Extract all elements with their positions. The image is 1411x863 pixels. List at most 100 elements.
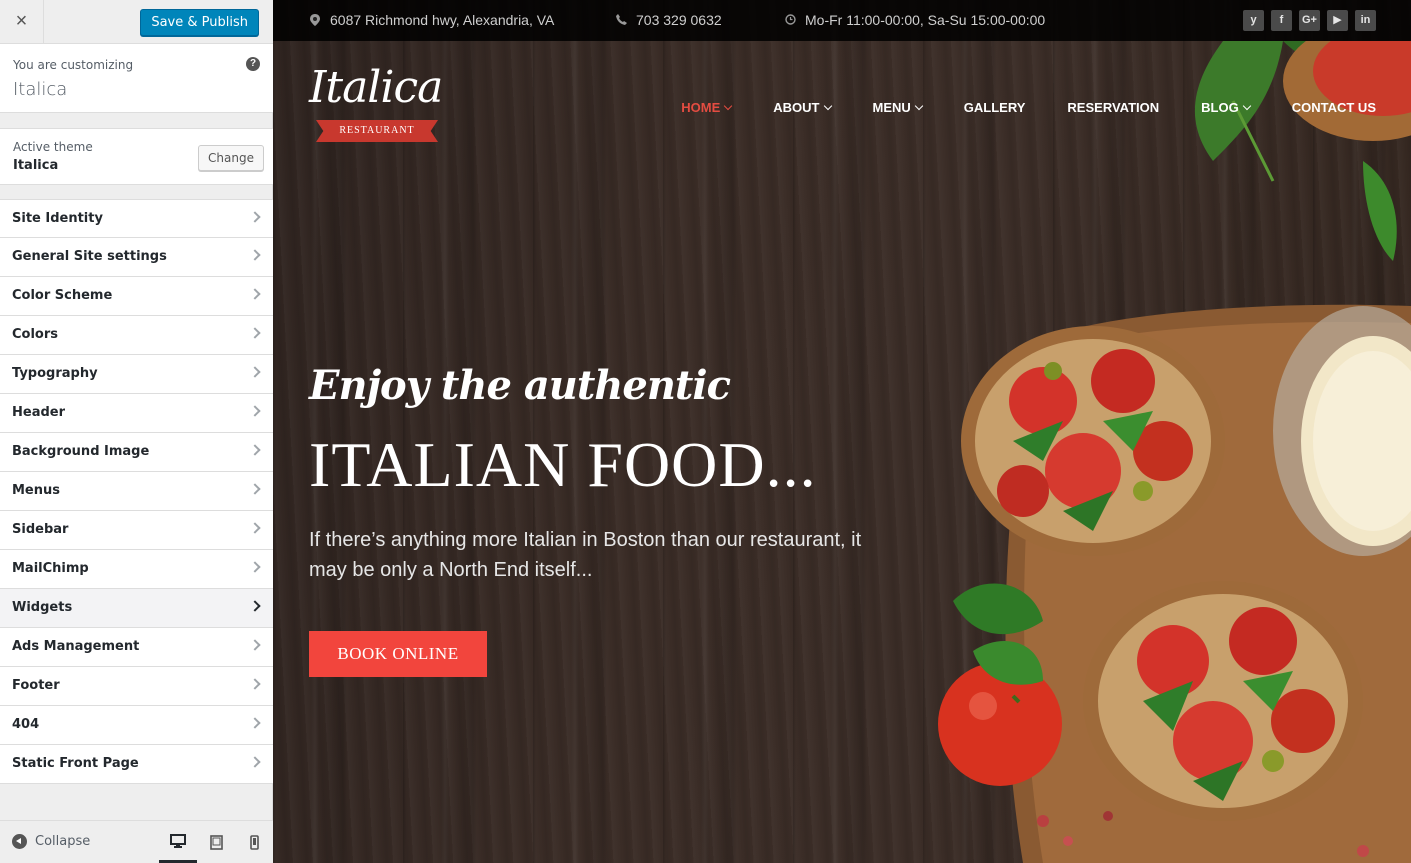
chevron-right-icon (249, 756, 261, 768)
chevron-down-icon (914, 101, 924, 110)
main-navigation: HOME ABOUT MENU GALLERY RESERVATION BLOG CONTA… (681, 100, 1376, 115)
sidebar-item-general-site-settings[interactable]: General Site settings (0, 238, 273, 277)
facebook-icon[interactable]: f (1271, 10, 1292, 31)
sidebar-item-label: Site Identity (12, 211, 103, 226)
chevron-right-icon (249, 249, 261, 261)
customizer-header: × Save & Publish (0, 0, 273, 44)
sidebar-item-widgets[interactable]: Widgets (0, 589, 273, 628)
tablet-preview-icon[interactable] (197, 821, 235, 863)
sidebar-item-menus[interactable]: Menus (0, 472, 273, 511)
customizing-subtitle: You are customizing (13, 58, 134, 72)
sidebar-item-label: Typography (12, 366, 98, 381)
sidebar-item-footer[interactable]: Footer (0, 667, 273, 706)
phone-info: 703 329 0632 (615, 12, 722, 28)
customizer-footer: Collapse (0, 820, 273, 863)
sidebar-item-label: Colors (12, 327, 59, 342)
chevron-down-icon (724, 101, 733, 110)
collapse-button[interactable]: Collapse (12, 834, 90, 849)
nav-home[interactable]: HOME (681, 100, 733, 115)
logo-text: Italica (309, 62, 443, 113)
chevron-right-icon (249, 600, 261, 612)
location-pin-icon (309, 14, 321, 26)
sidebar-item-label: Menus (12, 483, 61, 498)
sidebar-item-label: Ads Management (12, 639, 140, 654)
customizer-sections: Site Identity General Site settings Color … (0, 199, 273, 784)
chevron-right-icon (249, 327, 261, 339)
hero-title: ITALIAN FOOD... (309, 429, 817, 500)
chevron-right-icon (249, 483, 261, 495)
chevron-right-icon (249, 366, 261, 378)
hours-text: Mo-Fr 11:00-00:00, Sa-Su 15:00-00:00 (805, 12, 1046, 28)
sidebar-item-label: Color Scheme (12, 288, 113, 303)
site-logo[interactable]: Italica RESTAURANT (309, 62, 449, 148)
sidebar-item-background-image[interactable]: Background Image (0, 433, 273, 472)
sidebar-item-label: 404 (12, 717, 40, 732)
logo-ribbon: RESTAURANT (316, 120, 438, 142)
hero-script-heading: Enjoy the authentic (309, 362, 731, 409)
nav-label: RESERVATION (1067, 100, 1160, 115)
customizer-sidebar: × Save & Publish You are customizing Ita… (0, 0, 273, 863)
help-icon[interactable]: ? (246, 57, 260, 71)
sidebar-item-label: General Site settings (12, 249, 167, 264)
nav-label: MENU (872, 100, 911, 115)
sidebar-item-static-front-page[interactable]: Static Front Page (0, 745, 273, 784)
nav-label: BLOG (1201, 100, 1239, 115)
sidebar-item-sidebar[interactable]: Sidebar (0, 511, 273, 550)
close-icon[interactable]: × (0, 0, 44, 43)
top-info-bar: 6087 Richmond hwy, Alexandria, VA 703 32… (273, 0, 1411, 41)
change-theme-button[interactable]: Change (198, 145, 264, 171)
sidebar-item-mailchimp[interactable]: MailChimp (0, 550, 273, 589)
nav-menu[interactable]: MENU (872, 100, 924, 115)
chevron-right-icon (249, 405, 261, 417)
sidebar-item-color-scheme[interactable]: Color Scheme (0, 277, 273, 316)
google-plus-icon[interactable]: G+ (1299, 10, 1320, 31)
nav-gallery[interactable]: GALLERY (964, 100, 1026, 115)
sidebar-item-label: Sidebar (12, 522, 69, 537)
chevron-right-icon (249, 717, 261, 729)
sidebar-item-colors[interactable]: Colors (0, 316, 273, 355)
nav-label: HOME (681, 100, 721, 115)
collapse-icon (12, 834, 27, 849)
customizing-title: Italica (13, 79, 68, 100)
social-links: y f G+ ▶ in (1243, 10, 1376, 31)
sidebar-item-label: Footer (12, 678, 60, 693)
customizing-info: You are customizing Italica ? (0, 44, 273, 113)
chevron-right-icon (249, 639, 261, 651)
chevron-right-icon (249, 522, 261, 534)
site-preview: 6087 Richmond hwy, Alexandria, VA 703 32… (273, 0, 1411, 863)
sidebar-item-site-identity[interactable]: Site Identity (0, 199, 273, 238)
nav-label: GALLERY (963, 100, 1026, 115)
sidebar-item-label: Static Front Page (12, 756, 139, 771)
nav-blog[interactable]: BLOG (1201, 100, 1251, 115)
sidebar-item-label: MailChimp (12, 561, 89, 576)
phone-text[interactable]: 703 329 0632 (636, 12, 722, 28)
sidebar-item-label: Background Image (12, 444, 150, 459)
save-publish-button[interactable]: Save & Publish (140, 9, 259, 36)
chevron-right-icon (249, 678, 261, 690)
nav-reservation[interactable]: RESERVATION (1067, 100, 1159, 115)
chevron-right-icon (249, 288, 261, 300)
chevron-right-icon (249, 561, 261, 573)
linkedin-icon[interactable]: in (1355, 10, 1376, 31)
sidebar-item-header[interactable]: Header (0, 394, 273, 433)
sidebar-item-404[interactable]: 404 (0, 706, 273, 745)
nav-about[interactable]: ABOUT (773, 100, 832, 115)
active-theme-label: Active theme (13, 140, 93, 154)
book-online-button[interactable]: BOOK ONLINE (309, 631, 487, 677)
hero-description: If there’s anything more Italian in Bost… (309, 529, 862, 581)
active-theme-name: Italica (13, 158, 59, 173)
chevron-down-icon (1242, 101, 1251, 110)
chevron-right-icon (249, 211, 261, 223)
sidebar-item-ads-management[interactable]: Ads Management (0, 628, 273, 667)
desktop-preview-icon[interactable] (159, 821, 197, 863)
chevron-right-icon (249, 444, 261, 456)
twitter-icon[interactable]: y (1243, 10, 1264, 31)
sidebar-item-typography[interactable]: Typography (0, 355, 273, 394)
mobile-preview-icon[interactable] (235, 821, 273, 863)
youtube-icon[interactable]: ▶ (1327, 10, 1348, 31)
address-info: 6087 Richmond hwy, Alexandria, VA (309, 12, 554, 28)
nav-contact-us[interactable]: CONTACT US (1292, 100, 1376, 115)
hours-info: Mo-Fr 11:00-00:00, Sa-Su 15:00-00:00 (784, 12, 1045, 28)
collapse-label: Collapse (35, 834, 91, 849)
chevron-down-icon (823, 101, 832, 110)
